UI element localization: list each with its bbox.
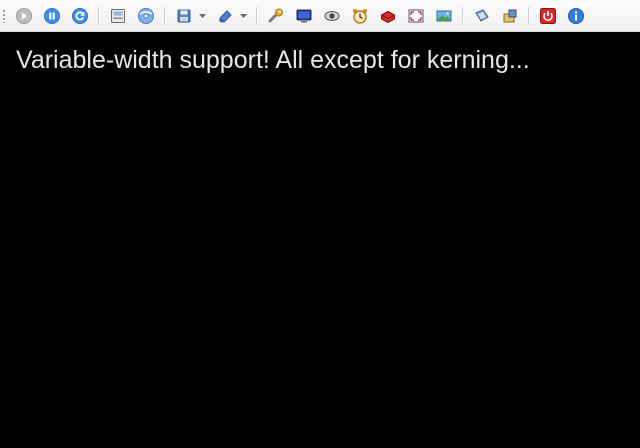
screenshot-icon: [436, 10, 452, 21]
chevron-down-icon: [239, 13, 247, 18]
about-button[interactable]: [565, 5, 587, 27]
toolbar: [0, 0, 640, 32]
reset-icon: [72, 7, 88, 24]
disc-button[interactable]: [135, 5, 157, 27]
chevron-down-icon: [198, 13, 206, 18]
display-icon: [296, 9, 312, 22]
disc-icon: [138, 7, 154, 24]
play-icon: [16, 7, 32, 24]
view-button[interactable]: [321, 5, 343, 27]
toolbar-separator: [462, 6, 464, 25]
load-state-icon: [219, 9, 232, 23]
cheats-button[interactable]: [377, 5, 399, 27]
wrench-icon: [268, 8, 283, 22]
network-icon: [475, 8, 489, 22]
screen-message: Variable-width support! All except for k…: [16, 46, 530, 74]
memory-card-button[interactable]: [107, 5, 129, 27]
netplay-button[interactable]: [471, 5, 493, 27]
power-button[interactable]: [537, 5, 559, 27]
plugins-button[interactable]: [499, 5, 521, 27]
toolbar-separator: [528, 6, 530, 25]
screenshot-button[interactable]: [433, 5, 455, 27]
save-state-icon: [177, 9, 191, 22]
play-button[interactable]: [13, 5, 35, 27]
eye-icon: [324, 10, 340, 21]
fullscreen-button[interactable]: [405, 5, 427, 27]
power-icon: [540, 7, 556, 24]
reset-button[interactable]: [69, 5, 91, 27]
memory-card-icon: [111, 8, 125, 23]
alarm-clock-icon: [353, 8, 367, 24]
cheat-icon: [381, 10, 395, 23]
video-settings-button[interactable]: [293, 5, 315, 27]
save-state-dropdown[interactable]: [196, 5, 208, 27]
plugin-icon: [503, 9, 517, 22]
load-state-button[interactable]: [214, 5, 236, 27]
fullscreen-icon: [408, 9, 424, 22]
info-icon: [568, 7, 584, 24]
emulator-screen[interactable]: Variable-width support! All except for k…: [0, 32, 640, 448]
pause-button[interactable]: [41, 5, 63, 27]
toolbar-grip[interactable]: [2, 8, 6, 23]
load-state-dropdown[interactable]: [237, 5, 249, 27]
save-state-button[interactable]: [173, 5, 195, 27]
toolbar-separator: [164, 6, 166, 25]
toolbar-separator: [256, 6, 258, 25]
pause-icon: [44, 7, 60, 24]
timer-button[interactable]: [349, 5, 371, 27]
toolbar-separator: [98, 6, 100, 25]
settings-button[interactable]: [265, 5, 287, 27]
